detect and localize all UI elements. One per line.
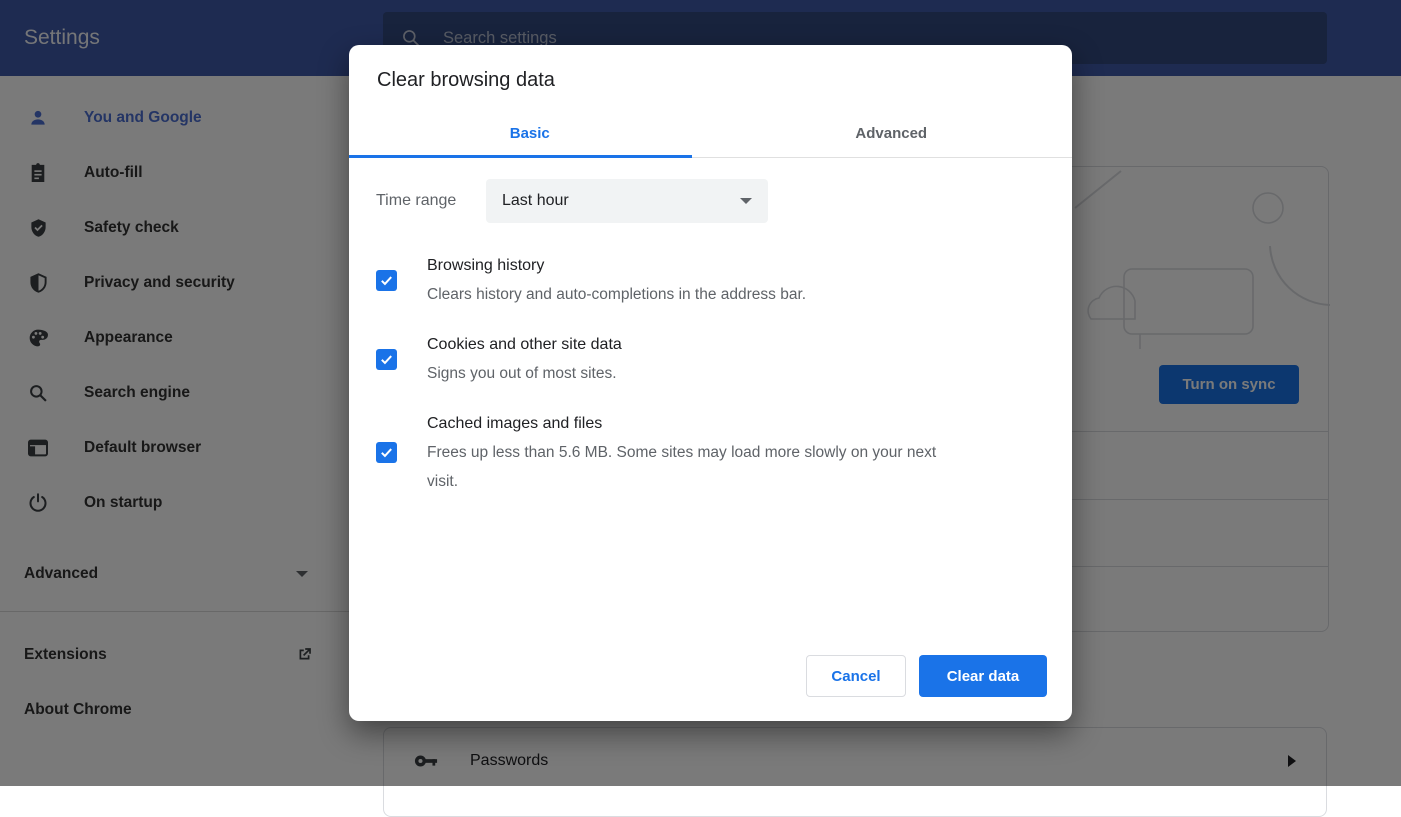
option-description: Signs you out of most sites. (427, 359, 622, 388)
active-tab-indicator (349, 155, 692, 158)
clear-browsing-data-dialog: Clear browsing data Basic Advanced Time … (349, 45, 1072, 721)
option-title: Browsing history (427, 251, 806, 280)
option-row-browsing-history: Browsing history Clears history and auto… (376, 251, 1045, 309)
option-row-cookies: Cookies and other site data Signs you ou… (376, 330, 1045, 388)
time-range-label: Time range (376, 192, 486, 210)
time-range-select[interactable]: Last hour (486, 179, 768, 223)
tab-advanced[interactable]: Advanced (711, 110, 1073, 157)
dialog-tabs: Basic Advanced (349, 110, 1072, 158)
check-icon (379, 352, 394, 367)
option-description: Clears history and auto-completions in t… (427, 280, 806, 309)
dropdown-caret-icon (740, 198, 752, 204)
cached-images-checkbox[interactable] (376, 442, 397, 463)
browsing-history-checkbox[interactable] (376, 270, 397, 291)
time-range-value: Last hour (502, 192, 569, 210)
cancel-button[interactable]: Cancel (806, 655, 906, 697)
option-title: Cached images and files (427, 409, 957, 438)
option-description: Frees up less than 5.6 MB. Some sites ma… (427, 438, 957, 496)
clear-data-button[interactable]: Clear data (919, 655, 1047, 697)
tab-basic[interactable]: Basic (349, 110, 711, 157)
check-icon (379, 445, 394, 460)
dialog-title: Clear browsing data (349, 45, 1072, 110)
option-title: Cookies and other site data (427, 330, 622, 359)
check-icon (379, 273, 394, 288)
cookies-checkbox[interactable] (376, 349, 397, 370)
option-row-cached-images: Cached images and files Frees up less th… (376, 409, 1045, 496)
